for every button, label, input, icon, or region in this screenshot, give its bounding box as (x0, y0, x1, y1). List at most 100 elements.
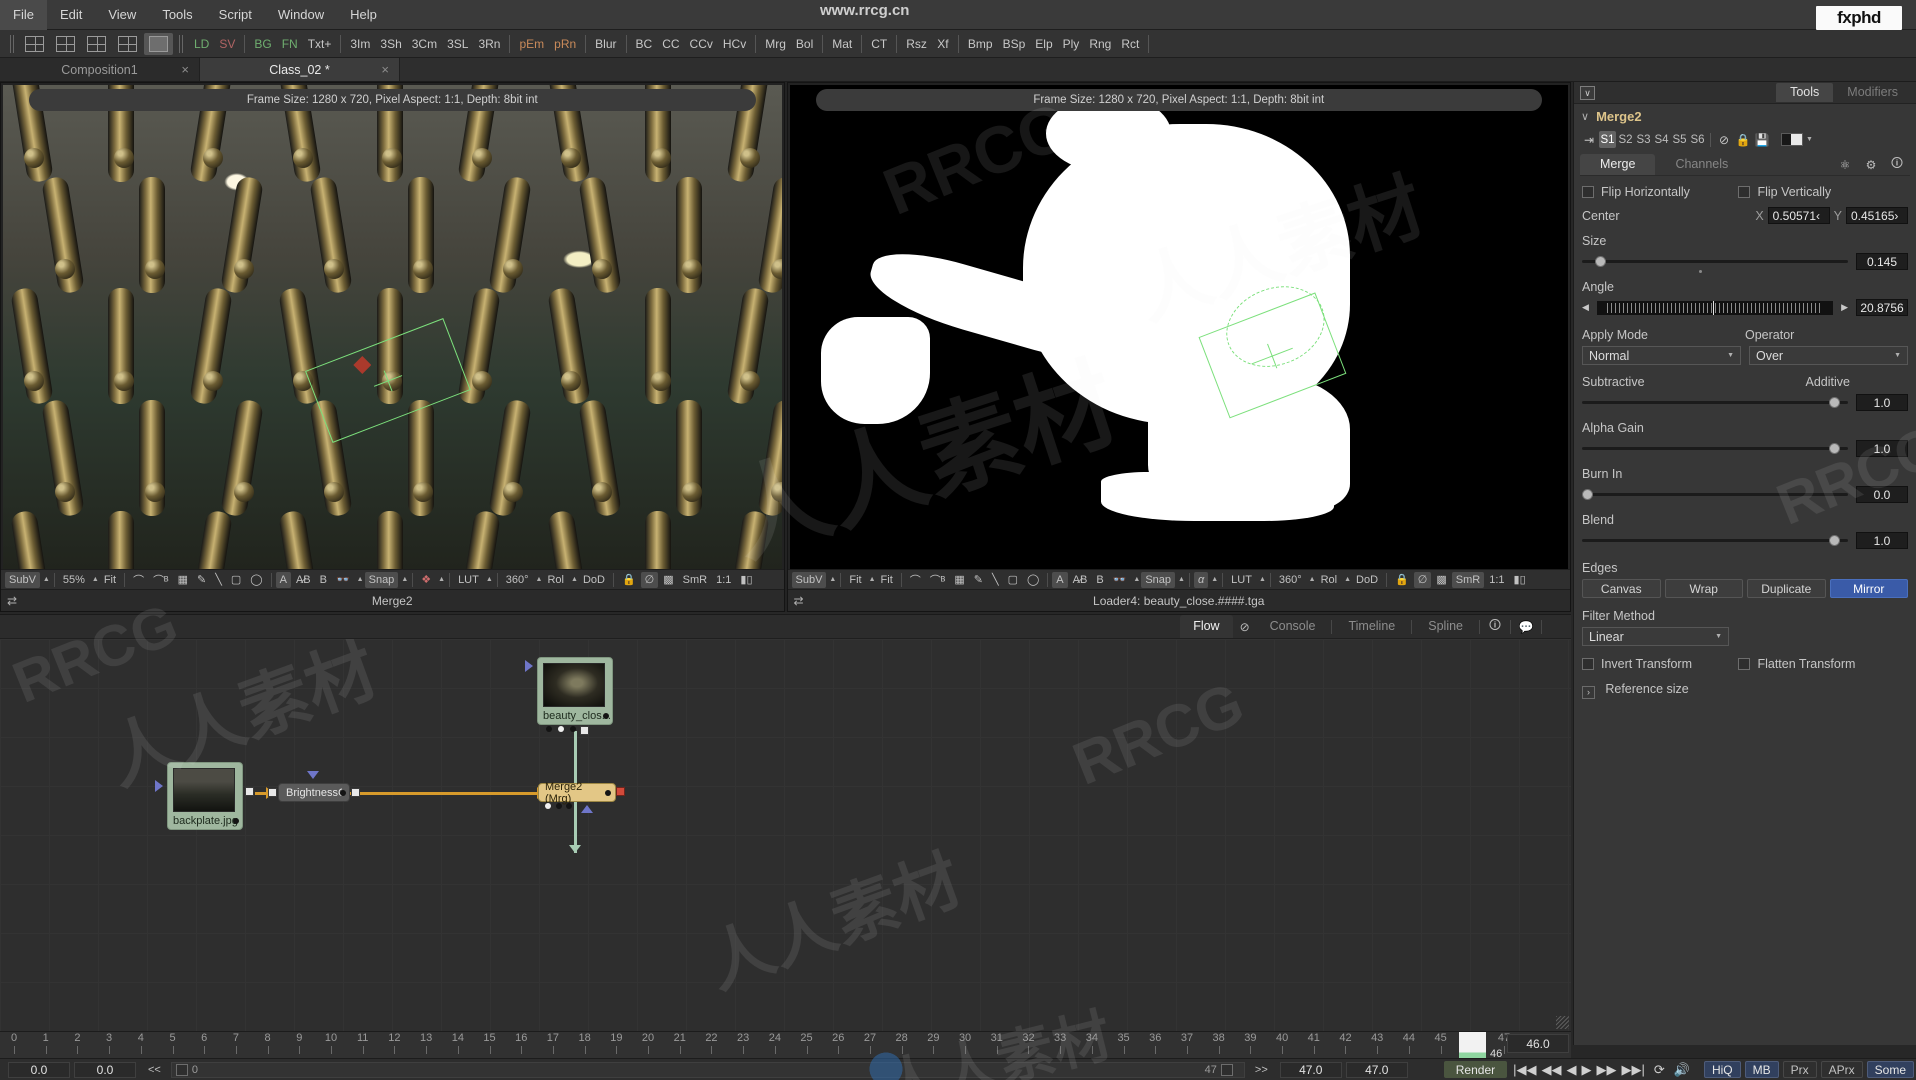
tool-button-sv[interactable]: SV (214, 33, 240, 55)
settings-atom-icon[interactable]: ⚛ (1832, 154, 1858, 175)
range-out-checkbox[interactable] (1220, 1063, 1233, 1076)
dod-button-left[interactable]: DoD (579, 572, 609, 588)
node-merge2[interactable]: Merge2 (Mrg) (538, 781, 625, 813)
tool-button-pem[interactable]: pEm (514, 33, 549, 55)
gear-icon[interactable]: ⚙ (1858, 154, 1884, 175)
subview-button-right[interactable]: SubV (791, 571, 827, 588)
color-chevron-down-icon[interactable]: ▼ (1806, 136, 1813, 143)
rect-roi-icon-left[interactable]: ▢ (227, 572, 245, 588)
quality-button-some[interactable]: Some (1866, 1061, 1914, 1078)
expand-icon[interactable]: › (1582, 685, 1595, 699)
state-s6-button[interactable]: S6 (1689, 131, 1706, 148)
viewer-left-canvas[interactable] (3, 85, 782, 569)
edges-canvas-button[interactable]: Canvas (1582, 579, 1661, 598)
stereo-chevron-icon-left[interactable]: ▲ (357, 576, 364, 583)
tool-button-3im[interactable]: 3Im (345, 33, 375, 55)
checkerboard-icon-right[interactable]: ▩ (1432, 572, 1450, 588)
tool-button-rng[interactable]: Rng (1084, 33, 1116, 55)
zoom-chevron-icon-left[interactable]: ▲ (92, 576, 99, 583)
range-start-2-field[interactable]: 0.0 (74, 1061, 136, 1078)
tool-button-ld[interactable]: LD (189, 33, 214, 55)
roi-button-left[interactable]: Rol (543, 572, 568, 588)
rect-roi-icon-right[interactable]: ▢ (1004, 572, 1022, 588)
play-icon[interactable]: ▶ (1581, 1062, 1591, 1078)
lut-chevron-icon-right[interactable]: ▲ (1259, 576, 1266, 583)
comment-icon-flow[interactable]: 💬 (1514, 615, 1538, 638)
range-in-checkbox[interactable] (175, 1063, 188, 1076)
tool-button-3sh[interactable]: 3Sh (375, 33, 406, 55)
one-to-one-button-left[interactable]: 1:1 (712, 572, 735, 588)
angle-input[interactable]: 20.8756 (1856, 299, 1908, 316)
tab-merge[interactable]: Merge (1580, 154, 1656, 175)
close-icon[interactable]: × (381, 62, 389, 77)
info-icon[interactable]: 🛈 (1884, 154, 1910, 175)
render-button[interactable]: Render (1443, 1061, 1508, 1078)
node-backplate[interactable]: backplate.jpg (155, 762, 254, 830)
line-icon-right[interactable]: ╲ (988, 572, 1003, 588)
step-forward-fast-icon[interactable]: ▶▶ (1596, 1062, 1616, 1078)
no-update-icon-left[interactable]: ∅ (640, 571, 659, 588)
toolbar-grip[interactable] (10, 34, 14, 53)
stereo-chevron-icon-right[interactable]: ▲ (1133, 576, 1140, 583)
burn-in-slider[interactable] (1582, 488, 1848, 502)
range-start-field[interactable]: 0.0 (8, 1061, 70, 1078)
buffer-ab-button-right[interactable]: A̷B (1069, 572, 1092, 588)
current-frame-field[interactable]: 46.0 (1507, 1034, 1569, 1053)
sub-add-input[interactable]: 1.0 (1856, 394, 1908, 411)
quality-button-aprx[interactable]: APrx (1820, 1061, 1863, 1078)
fit-button-right[interactable]: Fit (877, 572, 897, 588)
tool-button-bsp[interactable]: BSp (998, 33, 1031, 55)
tab-timeline[interactable]: Timeline (1335, 615, 1408, 638)
buffer-a-button-right[interactable]: A (1052, 571, 1068, 588)
viewer-left[interactable]: Frame Size: 1280 x 720, Pixel Aspect: 1:… (0, 82, 785, 612)
tool-button-ct[interactable]: CT (866, 33, 892, 55)
menu-help[interactable]: Help (337, 0, 390, 30)
filter-method-chevron-down-icon[interactable]: ▼ (1715, 633, 1722, 640)
tool-button-mat[interactable]: Mat (827, 33, 857, 55)
line-icon-left[interactable]: ╲ (211, 572, 226, 588)
center-x-input[interactable]: 0.50571‹ (1767, 207, 1830, 224)
histogram-icon-left[interactable]: ▮▯ (736, 572, 756, 588)
tool-button-3sl[interactable]: 3SL (442, 33, 473, 55)
menu-file[interactable]: File (0, 0, 47, 30)
lock-icon[interactable]: 🔒 (1734, 131, 1752, 148)
fit-button-left[interactable]: Fit (100, 572, 120, 588)
degrees-chevron-icon-left[interactable]: ▲ (536, 576, 543, 583)
menu-tools[interactable]: Tools (149, 0, 205, 30)
state-s2-button[interactable]: S2 (1617, 131, 1634, 148)
menu-view[interactable]: View (95, 0, 149, 30)
tab-spline[interactable]: Spline (1415, 615, 1476, 638)
lock-icon-left[interactable]: 🔒 (618, 572, 640, 588)
tab-flow[interactable]: Flow (1180, 615, 1233, 638)
alpha-gain-input[interactable]: 1.0 (1856, 440, 1908, 457)
composition-tab-1[interactable]: Class_02 * × (200, 58, 400, 81)
tool-button-mrg[interactable]: Mrg (760, 33, 791, 55)
loop-icon[interactable]: ⟳ (1654, 1062, 1665, 1078)
tab-tools[interactable]: Tools (1776, 83, 1834, 102)
invert-transform-checkbox[interactable] (1582, 658, 1594, 670)
apply-mode-select[interactable]: Normal ▼ (1582, 346, 1741, 365)
prev-range-button[interactable]: << (144, 1062, 165, 1078)
timeline-playhead[interactable]: 46 (1459, 1032, 1502, 1060)
flip-horizontally-checkbox[interactable] (1582, 186, 1594, 198)
render-end-field[interactable]: 47.0 (1345, 1061, 1408, 1078)
angle-increase-icon[interactable]: ▶ (1841, 302, 1848, 313)
curve-tool-icon-left[interactable]: ⌒ (129, 572, 148, 588)
angle-dial[interactable] (1596, 300, 1834, 315)
node-color-swatch[interactable] (1781, 133, 1803, 146)
edges-mirror-button[interactable]: Mirror (1829, 579, 1908, 598)
audio-icon[interactable]: 🔊 (1674, 1062, 1690, 1078)
subview-chevron-icon-right[interactable]: ▲ (829, 576, 836, 583)
close-icon[interactable]: × (181, 62, 189, 77)
apply-mode-chevron-down-icon[interactable]: ▼ (1727, 352, 1734, 359)
ellipse-roi-icon-left[interactable]: ◯ (246, 572, 266, 588)
zoom-level-right[interactable]: Fit (845, 572, 865, 588)
state-s5-button[interactable]: S5 (1671, 131, 1688, 148)
menu-edit[interactable]: Edit (47, 0, 95, 30)
step-back-fast-icon[interactable]: ◀◀ (1541, 1062, 1561, 1078)
ellipse-roi-icon-right[interactable]: ◯ (1023, 572, 1043, 588)
checker-icon-right[interactable]: ▦ (950, 572, 968, 588)
tool-button-3cm[interactable]: 3Cm (407, 33, 442, 55)
operator-select[interactable]: Over ▼ (1749, 346, 1908, 365)
stereo-icon-right[interactable]: 👓 (1109, 572, 1131, 588)
